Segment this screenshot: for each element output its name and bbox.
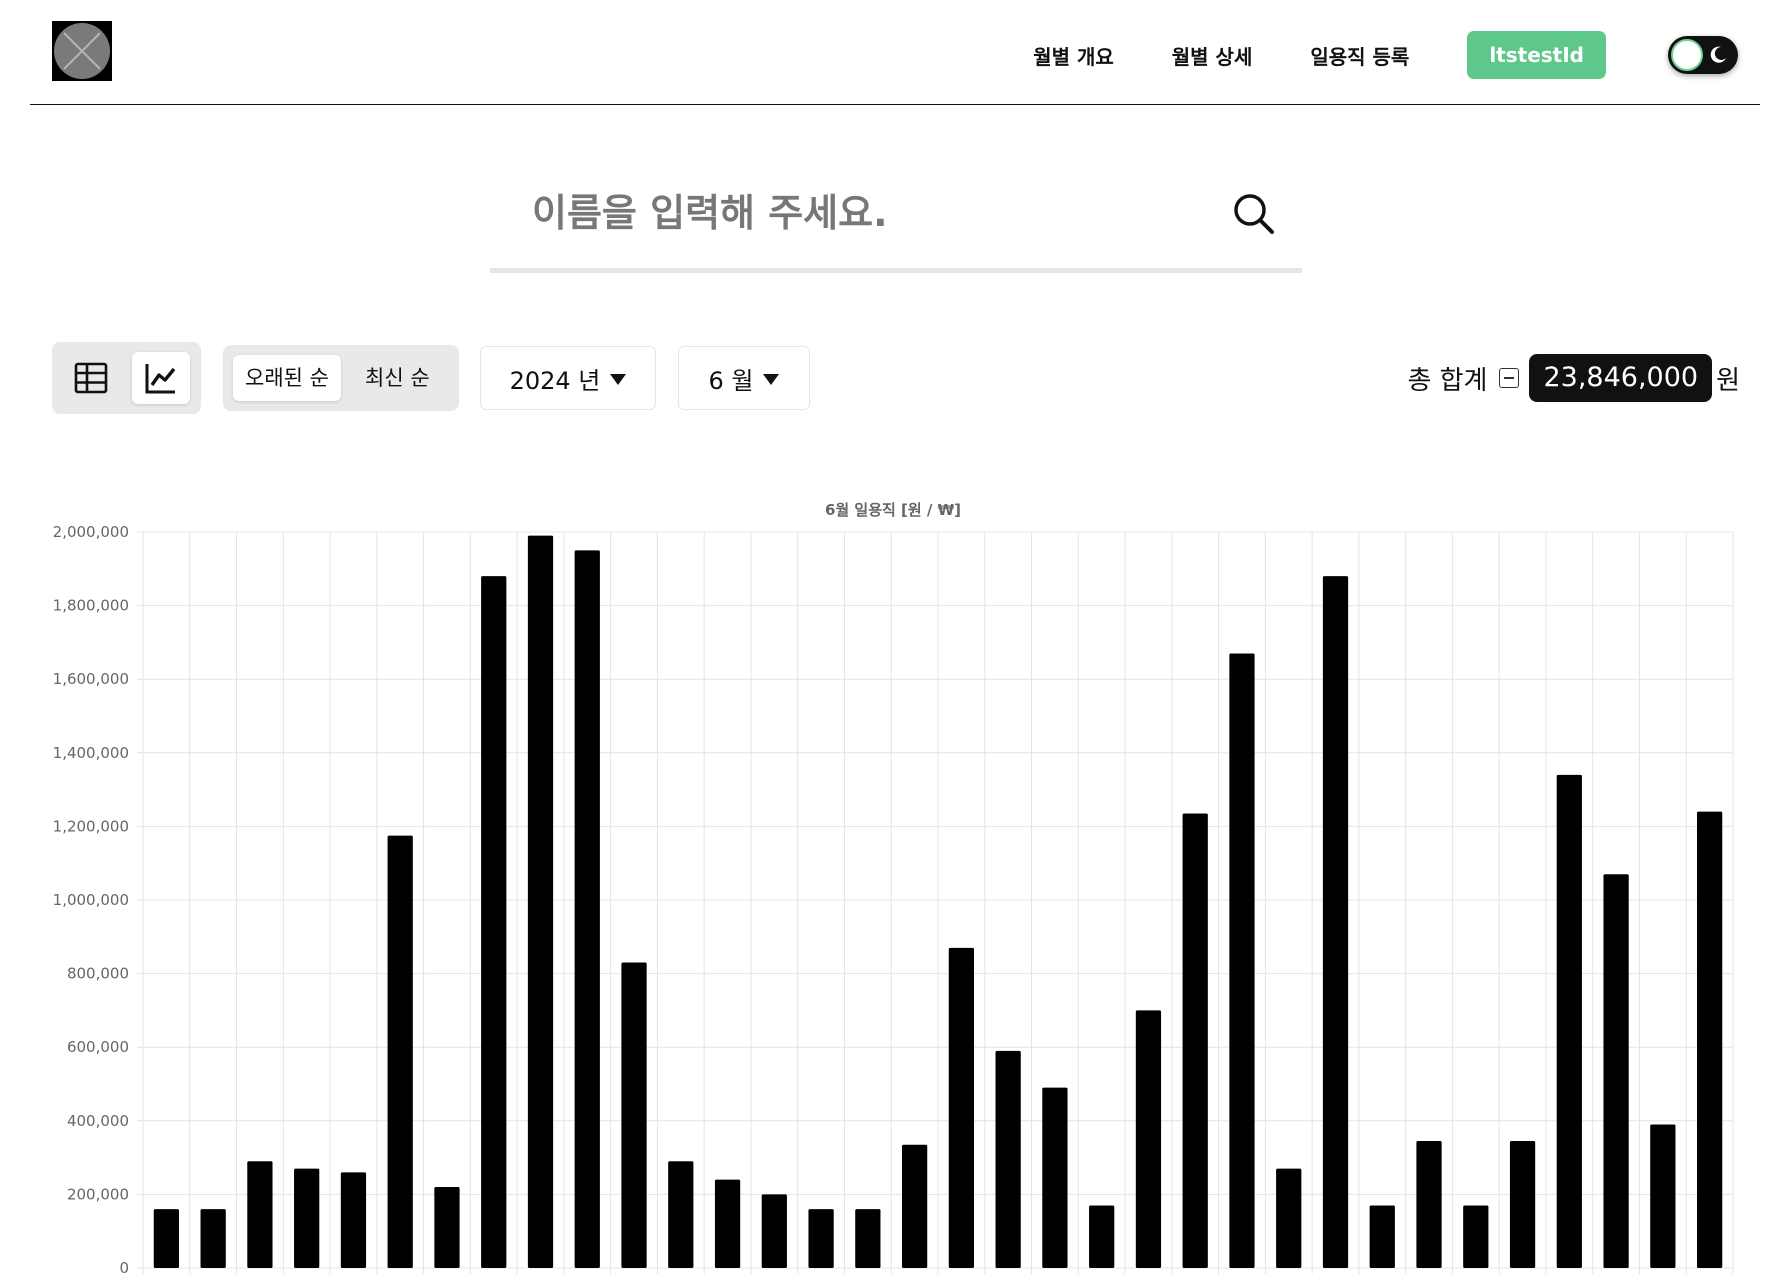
chart-bar[interactable] [1135,1010,1162,1268]
total-unit: 원 [1716,365,1740,396]
y-tick-label: 0 [119,1259,129,1277]
chart-bar[interactable] [761,1194,787,1268]
table-view-button[interactable] [62,352,120,404]
total-label: 총 합계 [1407,365,1488,396]
month-select[interactable]: 6 월 [678,346,810,410]
nav-monthly-overview[interactable]: 월별 개요 [1033,41,1114,70]
chart-bar[interactable] [714,1179,741,1268]
chart-bar[interactable] [621,962,647,1268]
chart-bar[interactable] [1463,1205,1489,1268]
search-icon[interactable] [1230,190,1278,238]
chart-bar[interactable] [1556,774,1582,1268]
y-tick-label: 200,000 [67,1185,129,1203]
chart-bar[interactable] [340,1172,367,1268]
chart-bar[interactable] [434,1187,460,1268]
chart-bar[interactable] [1369,1205,1395,1268]
daily-wage-chart: 6월 일용직 [원 / ₩] 0 200,000 400,000 600,000 800… [0,480,1790,1284]
chart-bar[interactable] [1182,813,1208,1268]
chart-bar[interactable] [1650,1124,1676,1268]
chart-bar[interactable] [387,835,413,1268]
dark-mode-toggle[interactable] [1668,36,1738,74]
chart-bar[interactable] [1042,1087,1068,1268]
y-tick-label: 800,000 [67,965,129,983]
user-id-button[interactable]: ltstestId [1467,31,1606,79]
chart-bar[interactable] [1322,576,1349,1268]
y-tick-label: 1,200,000 [53,817,129,835]
y-tick-label: 2,000,000 [53,523,129,541]
y-tick-label: 1,600,000 [53,670,129,688]
chart-view-button[interactable] [132,352,190,404]
chart-bar[interactable] [1416,1141,1442,1268]
year-select-value: 2024 년 [509,366,601,395]
table-icon [74,362,108,394]
search-input[interactable] [530,182,1214,244]
chart-bar[interactable] [294,1168,320,1268]
moon-icon [1710,46,1726,63]
top-nav: 월별 개요 월별 상세 일용직 등록 ltstestId [1033,30,1760,80]
chart-bar[interactable] [481,576,507,1268]
chart-bar[interactable] [1276,1168,1302,1268]
view-toggle-group [52,342,201,414]
chart-bar[interactable] [855,1209,881,1268]
chart-bar[interactable] [247,1161,273,1268]
total-amount: 23,846,000 [1529,354,1713,402]
chevron-down-icon [610,374,627,385]
month-select-value: 6 월 [708,366,754,395]
chart-bar[interactable] [808,1209,834,1268]
bar-chart-svg: 6월 일용직 [원 / ₩] 0 200,000 400,000 600,000 800… [53,501,1734,1277]
nav-monthly-detail[interactable]: 월별 상세 [1172,41,1253,70]
toggle-knob [1671,39,1703,71]
chart-bar[interactable] [153,1209,180,1268]
chevron-down-icon [763,374,780,385]
chart-bar[interactable] [1509,1141,1536,1268]
logo-image[interactable] [52,21,112,81]
chart-title: 6월 일용직 [원 / ₩] [825,501,961,519]
chart-bar[interactable] [901,1144,928,1268]
chart-bar[interactable] [1089,1205,1115,1268]
year-select[interactable]: 2024 년 [480,346,656,410]
chart-bar[interactable] [527,535,554,1268]
search-bar [490,160,1302,273]
total-summary: 총 합계 23,846,000 원 [1407,354,1740,402]
chart-bar[interactable] [1696,811,1723,1268]
chart-bar[interactable] [948,947,975,1268]
placeholder-image-icon [63,32,101,70]
app-header: 월별 개요 월별 상세 일용직 등록 ltstestId [30,0,1760,105]
y-tick-label: 1,400,000 [53,744,129,762]
y-tick-label: 1,000,000 [53,891,129,909]
chart-bar[interactable] [1229,653,1255,1268]
sort-oldest-button[interactable]: 오래된 순 [233,355,341,401]
chart-bar[interactable] [1603,874,1629,1268]
sort-newest-button[interactable]: 최신 순 [353,355,442,401]
nav-register-daily-worker[interactable]: 일용직 등록 [1310,41,1409,70]
chart-bar[interactable] [574,550,600,1268]
chart-bar[interactable] [668,1161,694,1268]
y-tick-label: 400,000 [67,1112,129,1130]
y-tick-label: 600,000 [67,1038,129,1056]
collapse-icon[interactable] [1499,368,1520,388]
chart-bar[interactable] [995,1050,1021,1268]
y-tick-label: 1,800,000 [53,597,129,615]
line-chart-icon [145,364,176,394]
chart-bar[interactable] [200,1209,226,1268]
sort-toggle-group: 오래된 순 최신 순 [223,345,459,411]
